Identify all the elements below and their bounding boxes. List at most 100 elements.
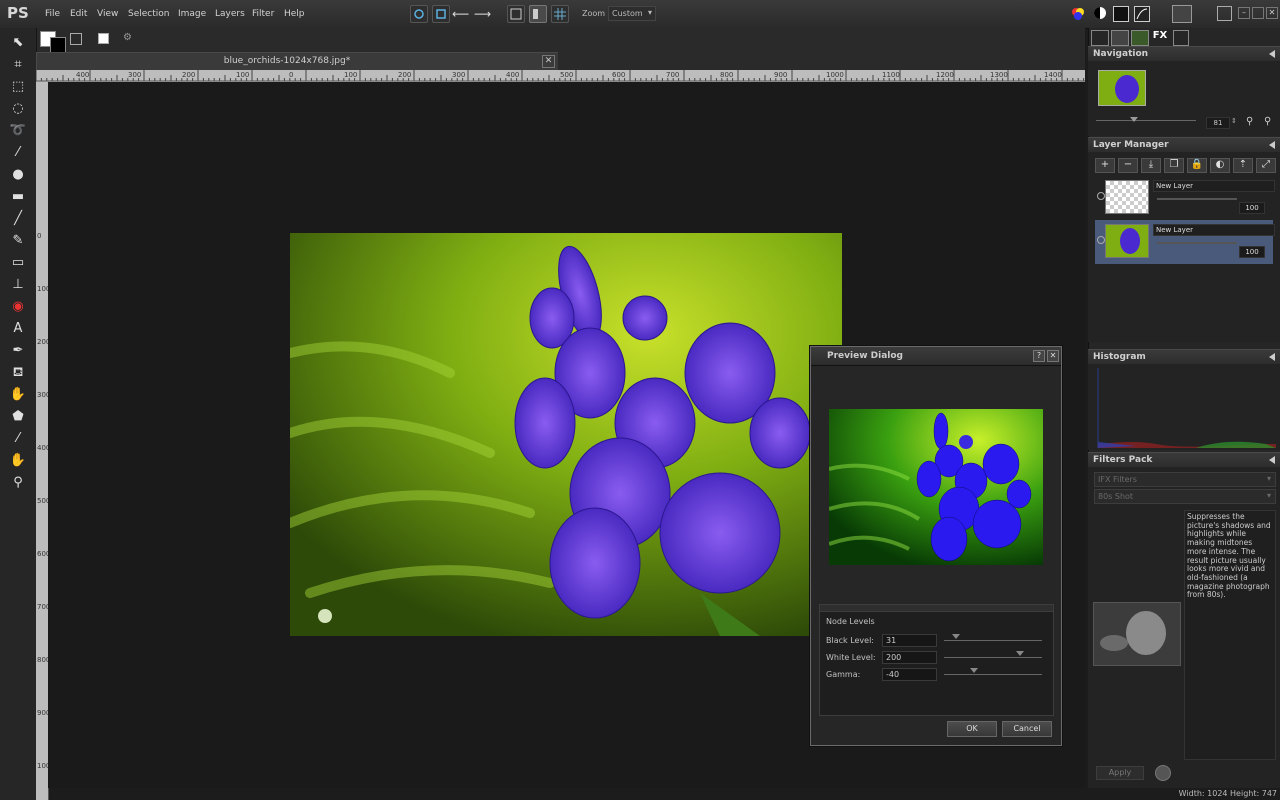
zoom-select[interactable]: Custom ▾	[608, 6, 656, 21]
lock-layer-button[interactable]: 🔒	[1187, 158, 1207, 173]
popout-icon[interactable]	[1217, 6, 1232, 21]
dialog-title-bar[interactable]: Preview Dialog ? ✕	[811, 347, 1061, 366]
zoom-out-icon[interactable]: ⚲	[1264, 116, 1271, 127]
navigation-header[interactable]: Navigation	[1088, 46, 1280, 62]
layer-opacity-slider[interactable]	[1157, 198, 1237, 200]
menu-image[interactable]: Image	[178, 9, 206, 19]
menu-file[interactable]: File	[45, 9, 60, 19]
move-layer-up-button[interactable]: ⇡	[1233, 158, 1253, 173]
burn-icon[interactable]: ✋	[8, 386, 28, 404]
ok-button[interactable]: OK	[947, 721, 997, 737]
default-colors-icon[interactable]	[98, 33, 109, 44]
white-level-slider[interactable]	[944, 657, 1042, 658]
layer-name-field[interactable]: New Layer	[1153, 224, 1275, 236]
filters-pack-header[interactable]: Filters Pack	[1088, 452, 1280, 468]
layer-transform-button[interactable]: ⤢	[1256, 158, 1276, 173]
navigation-thumbnail[interactable]	[1098, 70, 1146, 106]
histogram-header[interactable]: Histogram	[1088, 349, 1280, 365]
brush-color-icon[interactable]: ●	[8, 166, 28, 184]
black-level-thumb[interactable]	[952, 634, 960, 639]
navigation-zoom-slider[interactable]	[1096, 120, 1196, 121]
duplicate-layer-button[interactable]: ❐	[1164, 158, 1184, 173]
close-icon[interactable]: ✕	[1266, 7, 1278, 19]
gradient-icon[interactable]: ▬	[8, 188, 28, 206]
actual-size-icon[interactable]	[529, 5, 547, 23]
layer-row-selected[interactable]: New Layer 100	[1095, 220, 1275, 264]
layer-visibility-button[interactable]: ◐	[1210, 158, 1230, 173]
filter-settings-icon[interactable]	[1155, 765, 1171, 781]
collapse-icon[interactable]	[1269, 353, 1275, 361]
lasso-icon[interactable]: ➰	[8, 122, 28, 140]
layer-name-field[interactable]: New Layer	[1153, 180, 1275, 192]
maximize-icon[interactable]	[1252, 7, 1264, 19]
panel-tab-info[interactable]	[1173, 30, 1189, 46]
pencil-icon[interactable]: ✎	[8, 232, 28, 250]
collapse-icon[interactable]	[1269, 141, 1275, 149]
document-tab[interactable]: blue_orchids-1024x768.jpg* ✕	[36, 52, 560, 71]
gamma-thumb[interactable]	[970, 668, 978, 673]
background-color-swatch[interactable]	[50, 37, 66, 53]
gamma-input[interactable]: -40	[882, 668, 937, 681]
eyedropper-icon[interactable]: ⁄	[8, 430, 28, 448]
eye-icon[interactable]	[1097, 192, 1105, 200]
close-tab-icon[interactable]: ✕	[542, 55, 555, 68]
black-level-input[interactable]: 31	[882, 634, 937, 647]
settings-gear-icon[interactable]: ⚙	[123, 32, 132, 43]
help-icon[interactable]: ?	[1033, 350, 1045, 362]
apply-filter-button[interactable]: Apply	[1096, 766, 1144, 780]
undo-icon[interactable]: ⟵	[452, 7, 469, 21]
text-icon[interactable]: A	[8, 320, 28, 338]
brush-icon[interactable]: ╱	[8, 210, 28, 228]
gamma-slider[interactable]	[944, 674, 1042, 675]
panel-tab-layers[interactable]	[1111, 30, 1129, 46]
panel-tab-fx[interactable]: FX	[1151, 30, 1169, 44]
menu-filter[interactable]: Filter	[252, 9, 274, 19]
document-image[interactable]	[290, 233, 842, 636]
layer-opacity-input[interactable]: 100	[1239, 202, 1265, 214]
zoom-icon[interactable]: ⚲	[8, 474, 28, 492]
delete-layer-button[interactable]: −	[1118, 158, 1138, 173]
redo-icon[interactable]: ⟶	[474, 7, 491, 21]
red-eye-icon[interactable]: ◉	[8, 298, 28, 316]
menu-edit[interactable]: Edit	[70, 9, 87, 19]
curves-icon[interactable]	[1134, 6, 1150, 22]
color-palette-icon[interactable]	[1070, 6, 1086, 22]
add-layer-button[interactable]: +	[1095, 158, 1115, 173]
layers-icon[interactable]	[1172, 5, 1192, 23]
zoom-in-icon[interactable]: ⚲	[1246, 116, 1253, 127]
rect-select-icon[interactable]: ⬚	[8, 78, 28, 96]
save-icon[interactable]	[410, 5, 428, 23]
move-icon[interactable]: ⬉	[8, 34, 28, 52]
menu-view[interactable]: View	[97, 9, 118, 19]
crop-icon[interactable]: ⌗	[8, 56, 28, 74]
panel-tab-histogram[interactable]	[1131, 30, 1149, 46]
eraser-icon[interactable]: ▭	[8, 254, 28, 272]
image-adjust-icon[interactable]	[1113, 6, 1129, 22]
layer-manager-header[interactable]: Layer Manager	[1088, 137, 1280, 153]
grid-icon[interactable]	[551, 5, 569, 23]
magic-wand-icon[interactable]: ⁄	[8, 144, 28, 162]
panel-tab-1[interactable]	[1091, 30, 1109, 46]
white-level-input[interactable]: 200	[882, 651, 937, 664]
layer-opacity-slider[interactable]	[1157, 242, 1237, 244]
fill-icon[interactable]: ⛾	[8, 364, 28, 382]
filter-select[interactable]: 80s Shot ▾	[1094, 489, 1276, 504]
shape-icon[interactable]: ⬟	[8, 408, 28, 426]
black-level-slider[interactable]	[944, 640, 1042, 641]
cancel-button[interactable]: Cancel	[1002, 721, 1052, 737]
stepper-icon[interactable]: ⇕	[1231, 117, 1237, 125]
close-icon[interactable]: ✕	[1047, 350, 1059, 362]
menu-selection[interactable]: Selection	[128, 9, 169, 19]
layer-row[interactable]: New Layer 100	[1095, 176, 1275, 220]
white-level-thumb[interactable]	[1016, 651, 1024, 656]
slider-thumb[interactable]	[1130, 117, 1138, 122]
open-icon[interactable]	[432, 5, 450, 23]
collapse-icon[interactable]	[1269, 50, 1275, 58]
minimize-icon[interactable]: –	[1238, 7, 1250, 19]
fit-screen-icon[interactable]	[507, 5, 525, 23]
swap-colors-icon[interactable]	[70, 33, 82, 45]
merge-layer-button[interactable]: ⤓	[1141, 158, 1161, 173]
contrast-icon[interactable]	[1093, 6, 1107, 20]
ellipse-select-icon[interactable]: ◌	[8, 100, 28, 118]
eye-icon[interactable]	[1097, 236, 1105, 244]
